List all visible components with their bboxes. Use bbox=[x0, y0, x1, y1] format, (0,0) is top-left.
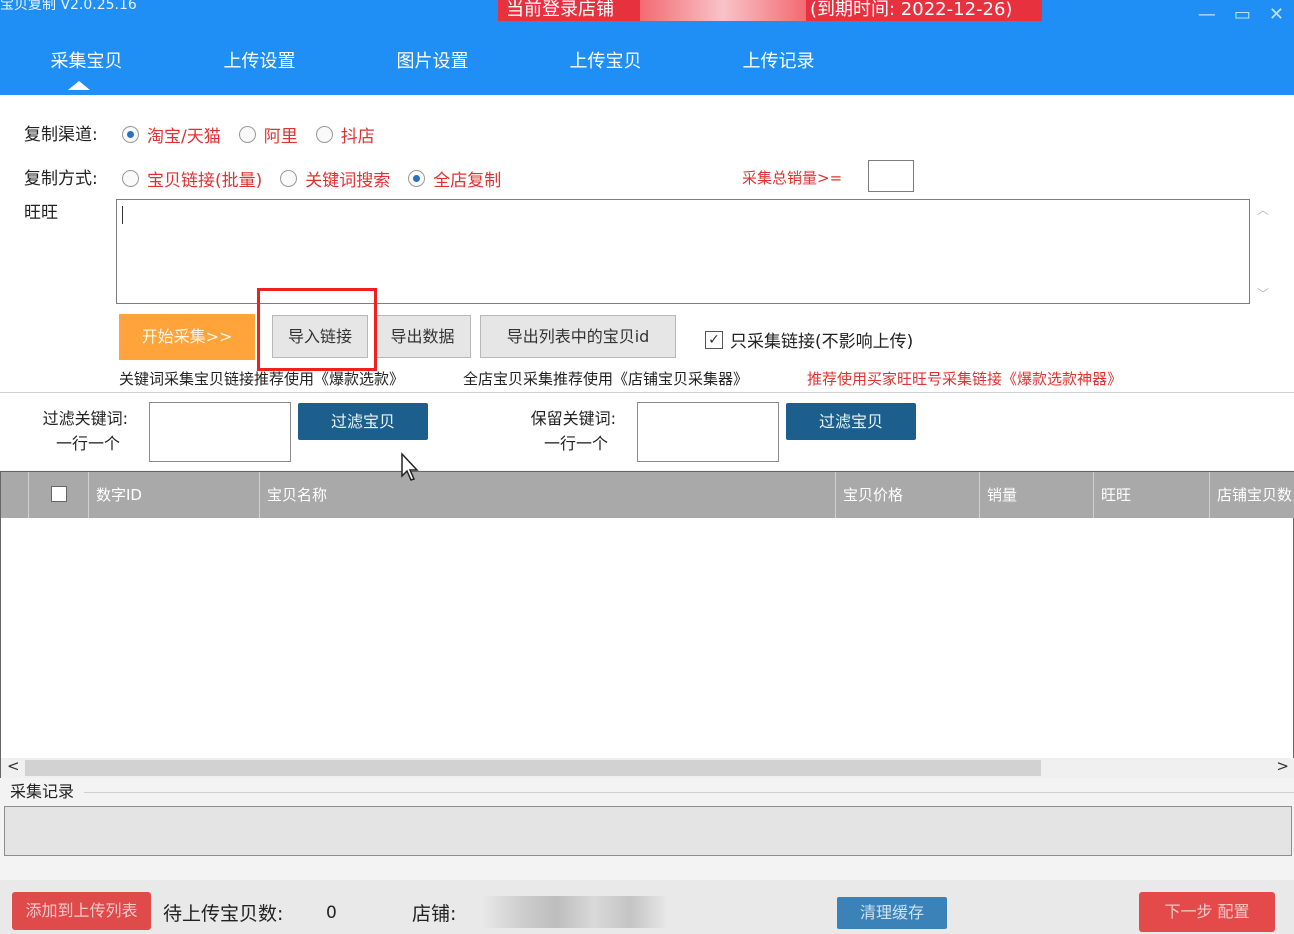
col-sales[interactable]: 销量 bbox=[980, 472, 1094, 518]
shop-label: 店铺: bbox=[412, 903, 457, 925]
pending-upload-label: 待上传宝贝数: bbox=[163, 903, 284, 925]
start-collect-button[interactable]: 开始采集>> bbox=[119, 314, 255, 360]
method-fullshop-radio[interactable]: 全店复制 bbox=[408, 166, 501, 191]
channel-taobao-radio[interactable]: 淘宝/天猫 bbox=[122, 122, 221, 147]
select-all-checkbox[interactable] bbox=[51, 486, 67, 502]
radio-checked-icon bbox=[408, 170, 426, 187]
log-divider bbox=[84, 792, 1294, 793]
collect-log-box[interactable] bbox=[4, 806, 1292, 856]
checkbox-checked-icon: ✓ bbox=[705, 330, 723, 349]
scroll-left-icon[interactable]: < bbox=[7, 757, 20, 775]
filter-keyword-input[interactable] bbox=[149, 402, 291, 462]
shop-name-redacted bbox=[640, 0, 806, 21]
mouse-cursor-icon bbox=[401, 452, 419, 481]
bottom-bar: 添加到上传列表 待上传宝贝数: 0 店铺: 清理缓存 下一步 配置 bbox=[0, 880, 1294, 934]
col-item-name[interactable]: 宝贝名称 bbox=[260, 472, 836, 518]
method-radio-group: 宝贝链接(批量) 关键词搜索 全店复制 bbox=[122, 166, 519, 191]
next-step-config-button[interactable]: 下一步 配置 bbox=[1139, 892, 1275, 932]
scroll-up-icon[interactable]: ︿ bbox=[1257, 201, 1269, 218]
channel-label: 复制渠道: bbox=[24, 125, 98, 145]
channel-douyin-radio[interactable]: 抖店 bbox=[315, 122, 375, 147]
maximize-icon[interactable]: ▭ bbox=[1234, 4, 1251, 25]
scroll-down-icon[interactable]: ﹀ bbox=[1257, 285, 1269, 302]
channel-ali-radio[interactable]: 阿里 bbox=[238, 122, 298, 147]
highlight-annotation bbox=[257, 288, 377, 371]
filter-keyword-label: 过滤关键词: 一行一个 bbox=[42, 409, 128, 453]
channel-radio-group: 淘宝/天猫 阿里 抖店 bbox=[122, 122, 393, 147]
scroll-right-icon[interactable]: > bbox=[1276, 757, 1289, 775]
wangwang-label: 旺旺 bbox=[24, 203, 58, 223]
tab-image-settings[interactable]: 图片设置 bbox=[346, 44, 519, 94]
export-data-button[interactable]: 导出数据 bbox=[374, 315, 471, 358]
tab-upload-records[interactable]: 上传记录 bbox=[692, 44, 865, 94]
min-sales-label: 采集总销量>= bbox=[742, 169, 843, 187]
table-horizontal-scrollbar[interactable]: < > bbox=[1, 757, 1294, 778]
close-icon[interactable]: ✕ bbox=[1269, 4, 1284, 25]
items-table: 数字ID 宝贝名称 宝贝价格 销量 旺旺 店铺宝贝数 < > bbox=[0, 471, 1294, 778]
only-links-label: 只采集链接(不影响上传) bbox=[730, 332, 914, 352]
min-sales-input[interactable] bbox=[868, 160, 914, 192]
table-header: 数字ID 宝贝名称 宝贝价格 销量 旺旺 店铺宝贝数 bbox=[1, 472, 1294, 518]
keep-keyword-label: 保留关键词: 一行一个 bbox=[530, 409, 616, 453]
method-keyword-radio[interactable]: 关键词搜索 bbox=[280, 166, 390, 191]
method-label: 复制方式: bbox=[24, 169, 98, 189]
main-tabs: 采集宝贝 上传设置 图片设置 上传宝贝 上传记录 bbox=[0, 44, 865, 94]
clear-cache-button[interactable]: 清理缓存 bbox=[837, 897, 947, 929]
login-shop-label: 当前登录店铺 bbox=[506, 0, 614, 20]
keep-filter-button[interactable]: 过滤宝贝 bbox=[786, 403, 916, 440]
method-link-radio[interactable]: 宝贝链接(批量) bbox=[122, 166, 262, 191]
col-wangwang[interactable]: 旺旺 bbox=[1094, 472, 1210, 518]
row-header-cell bbox=[1, 472, 29, 518]
minimize-icon[interactable]: — bbox=[1198, 4, 1216, 25]
filter-items-button[interactable]: 过滤宝贝 bbox=[298, 403, 428, 440]
tab-upload-settings[interactable]: 上传设置 bbox=[173, 44, 346, 94]
radio-checked-icon bbox=[122, 126, 139, 143]
app-title: 宝贝复制 V2.0.25.16 bbox=[0, 0, 137, 13]
shop-tip: 全店宝贝采集推荐使用《店铺宝贝采集器》 bbox=[463, 370, 749, 388]
title-bar: 宝贝复制 V2.0.25.16 当前登录店铺 (到期时间: 2022-12-26… bbox=[0, 0, 1294, 95]
col-item-price[interactable]: 宝贝价格 bbox=[836, 472, 980, 518]
keyword-tip: 关键词采集宝贝链接推荐使用《爆款选款》 bbox=[119, 370, 405, 388]
login-banner: 当前登录店铺 (到期时间: 2022-12-26) bbox=[498, 0, 1042, 21]
tab-collect[interactable]: 采集宝贝 bbox=[0, 44, 173, 94]
shop-name-redacted bbox=[482, 896, 668, 928]
col-numeric-id[interactable]: 数字ID bbox=[89, 472, 260, 518]
textarea-scrollbar[interactable]: ︿ ﹀ bbox=[1252, 199, 1274, 304]
radio-unchecked-icon bbox=[280, 170, 298, 187]
scrollbar-thumb[interactable] bbox=[25, 760, 1041, 776]
radio-unchecked-icon bbox=[315, 126, 333, 143]
radio-unchecked-icon bbox=[122, 170, 139, 187]
tab-upload-items[interactable]: 上传宝贝 bbox=[519, 44, 692, 94]
radio-unchecked-icon bbox=[238, 126, 256, 143]
select-all-header[interactable] bbox=[29, 472, 89, 518]
add-to-upload-list-button[interactable]: 添加到上传列表 bbox=[12, 892, 151, 930]
export-item-ids-button[interactable]: 导出列表中的宝贝id bbox=[480, 315, 676, 358]
col-shop-item-count[interactable]: 店铺宝贝数 bbox=[1210, 472, 1294, 518]
pending-upload-count: 0 bbox=[326, 903, 337, 923]
window-controls: — ▭ ✕ bbox=[1198, 4, 1284, 25]
buyer-tip[interactable]: 推荐使用买家旺旺号采集链接《爆款选款神器》 bbox=[807, 368, 1122, 389]
only-links-checkbox[interactable]: ✓ 只采集链接(不影响上传) bbox=[705, 327, 913, 352]
expiry-date: (到期时间: 2022-12-26) bbox=[810, 0, 1013, 20]
collect-log-title: 采集记录 bbox=[10, 782, 75, 801]
keep-keyword-input[interactable] bbox=[637, 402, 779, 462]
